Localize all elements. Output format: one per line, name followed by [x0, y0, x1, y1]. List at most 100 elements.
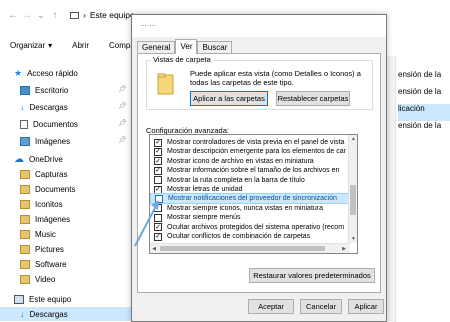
checkbox-checked[interactable]: ✓: [154, 157, 162, 166]
reset-folders-button[interactable]: Restablecer carpetas: [276, 91, 350, 106]
file-type-cell: ensión de la: [398, 87, 442, 96]
advanced-setting-label: Mostrar descripción emergente para los e…: [167, 148, 346, 156]
folder-views-icon: [157, 73, 174, 95]
folder-icon: [20, 169, 30, 179]
folder-icon: [20, 259, 30, 269]
star-icon: ★: [14, 67, 23, 78]
sidebar-item-pictures[interactable]: Pictures: [20, 242, 64, 256]
sidebar-item-this-pc[interactable]: Este equipo: [14, 292, 71, 306]
dialog-tabs: General Ver Buscar: [137, 39, 233, 54]
navigation-pane: ★ Acceso rápido Escritorio 📌︎ ↓ Descarga…: [0, 64, 140, 322]
breadcrumb-this-pc[interactable]: Este equipo: [90, 10, 135, 20]
sidebar-item-quick-access[interactable]: ★ Acceso rápido: [14, 66, 78, 80]
sidebar-item-images[interactable]: Imágenes: [20, 134, 70, 148]
breadcrumb-separator: ›: [83, 10, 86, 20]
sidebar-item-label: OneDrive: [29, 154, 63, 164]
forward-arrow-icon[interactable]: →: [20, 8, 34, 22]
advanced-setting-label: Mostrar letras de unidad: [167, 186, 243, 193]
sidebar-item-documents[interactable]: Documentos: [20, 117, 78, 131]
pin-icon: 📌︎: [118, 86, 127, 93]
sidebar-item-label: Capturas: [35, 169, 68, 179]
advanced-setting-label: Ocultar archivos protegidos del sistema …: [167, 223, 345, 231]
sidebar-item-iconitos[interactable]: Iconitos: [20, 197, 63, 211]
scroll-up-icon[interactable]: ▲: [349, 135, 357, 143]
sidebar-item-software[interactable]: Software: [20, 257, 67, 271]
cloud-icon: ☁: [14, 153, 24, 165]
sidebar-item-label: Music: [35, 229, 56, 239]
dropdown-chevron-icon[interactable]: ⌄: [34, 8, 48, 22]
checkbox-checked[interactable]: ✓: [154, 232, 162, 241]
scroll-thumb[interactable]: [160, 246, 325, 251]
sidebar-item-downloads-pc[interactable]: ↓ Descargas: [0, 307, 140, 321]
sidebar-item-label: Este equipo: [29, 294, 72, 304]
sidebar-item-video[interactable]: Video: [20, 272, 55, 286]
sidebar-item-music[interactable]: Music: [20, 227, 56, 241]
horizontal-scrollbar[interactable]: ◀ ▶: [150, 243, 350, 253]
advanced-setting-label: Mostrar siempre menús: [167, 214, 241, 222]
sidebar-item-label: Descargas: [29, 309, 68, 319]
advanced-setting-row[interactable]: ✓ Ocultar conflictos de combinación de ca…: [150, 231, 355, 242]
organize-button[interactable]: Organizar ▾: [0, 41, 62, 50]
apply-to-folders-button[interactable]: Aplicar a las carpetas: [190, 91, 268, 106]
advanced-setting-label: Mostrar notificaciones del proveedor de …: [168, 195, 337, 203]
checkbox-checked[interactable]: ✓: [154, 138, 162, 147]
download-arrow-icon: ↓: [20, 309, 25, 319]
scroll-down-icon[interactable]: ▼: [349, 235, 357, 243]
folder-views-group: Vistas de carpeta Puede aplicar esta vis…: [146, 55, 373, 110]
sidebar-item-capturas[interactable]: Capturas: [20, 167, 67, 181]
checkbox-unchecked[interactable]: [154, 176, 162, 185]
sidebar-item-documents-od[interactable]: Documents: [20, 182, 75, 196]
tab-ver[interactable]: Ver: [175, 39, 198, 54]
folder-views-description: Puede aplicar esta vista (como Detalles …: [190, 69, 361, 87]
folder-icon: [20, 214, 30, 224]
pin-icon: 📌︎: [118, 137, 127, 144]
scroll-left-icon[interactable]: ◀: [150, 244, 158, 253]
checkbox-checked[interactable]: ✓: [154, 166, 162, 175]
document-icon: [20, 119, 28, 129]
back-arrow-icon[interactable]: ←: [6, 8, 20, 22]
advanced-setting-label: Mostrar la ruta completa en la barra de …: [167, 176, 305, 184]
scroll-right-icon[interactable]: ▶: [340, 244, 348, 253]
folder-icon: [20, 199, 30, 209]
advanced-setting-label: Mostrar información sobre el tamaño de l…: [167, 167, 340, 175]
sidebar-item-onedrive[interactable]: ☁ OneDrive: [14, 152, 63, 166]
sidebar-item-label: Video: [35, 274, 56, 284]
checkbox-unchecked[interactable]: [155, 194, 163, 203]
file-type-cell: ensión de la: [398, 121, 442, 130]
folder-icon: [20, 229, 30, 239]
checkbox-checked[interactable]: ✓: [154, 223, 162, 232]
tab-panel: Vistas de carpeta Puede aplicar esta vis…: [137, 53, 381, 293]
advanced-settings-list: ✓ Mostrar controladores de vista previa e…: [149, 134, 358, 254]
sidebar-item-label: Imágenes: [35, 214, 71, 224]
ok-button[interactable]: Aceptar: [248, 299, 294, 314]
desktop-icon: [20, 85, 30, 95]
open-button[interactable]: Abrir: [62, 41, 99, 50]
advanced-setting-label: Mostrar siempre iconos, nunca vistas en …: [167, 204, 324, 212]
cancel-button[interactable]: Cancelar: [300, 299, 342, 314]
advanced-setting-label: Ocultar conflictos de combinación de car…: [167, 233, 311, 240]
computer-icon: [70, 11, 79, 19]
sidebar-item-label: Software: [35, 259, 67, 269]
folder-options-dialog: ……. General Ver Buscar Vistas de carpeta…: [131, 14, 387, 322]
checkbox-unchecked[interactable]: [154, 204, 162, 213]
apply-button[interactable]: Aplicar: [348, 299, 384, 314]
sidebar-item-desktop[interactable]: Escritorio: [20, 83, 68, 97]
computer-icon: [14, 294, 24, 304]
checkbox-checked[interactable]: ✓: [154, 185, 162, 194]
download-arrow-icon: ↓: [20, 102, 25, 112]
sidebar-item-downloads[interactable]: ↓ Descargas: [20, 100, 68, 114]
folder-icon: [20, 184, 30, 194]
checkbox-unchecked[interactable]: [154, 213, 162, 222]
up-arrow-icon[interactable]: ↑: [48, 8, 62, 22]
restore-defaults-button[interactable]: Restaurar valores predeterminados: [249, 268, 375, 283]
group-label: Vistas de carpeta: [151, 55, 213, 64]
file-type-column: ensión de la ensión de la licación ensió…: [398, 70, 450, 138]
vertical-scrollbar[interactable]: ▲ ▼: [348, 135, 357, 243]
sidebar-item-imagenes-od[interactable]: Imágenes: [20, 212, 70, 226]
chevron-down-icon: ▾: [48, 40, 53, 50]
pin-icon: 📌︎: [118, 103, 127, 110]
folder-icon: [20, 244, 30, 254]
checkbox-checked[interactable]: ✓: [154, 147, 162, 156]
scroll-thumb[interactable]: [350, 185, 356, 215]
folder-icon: [20, 274, 30, 284]
